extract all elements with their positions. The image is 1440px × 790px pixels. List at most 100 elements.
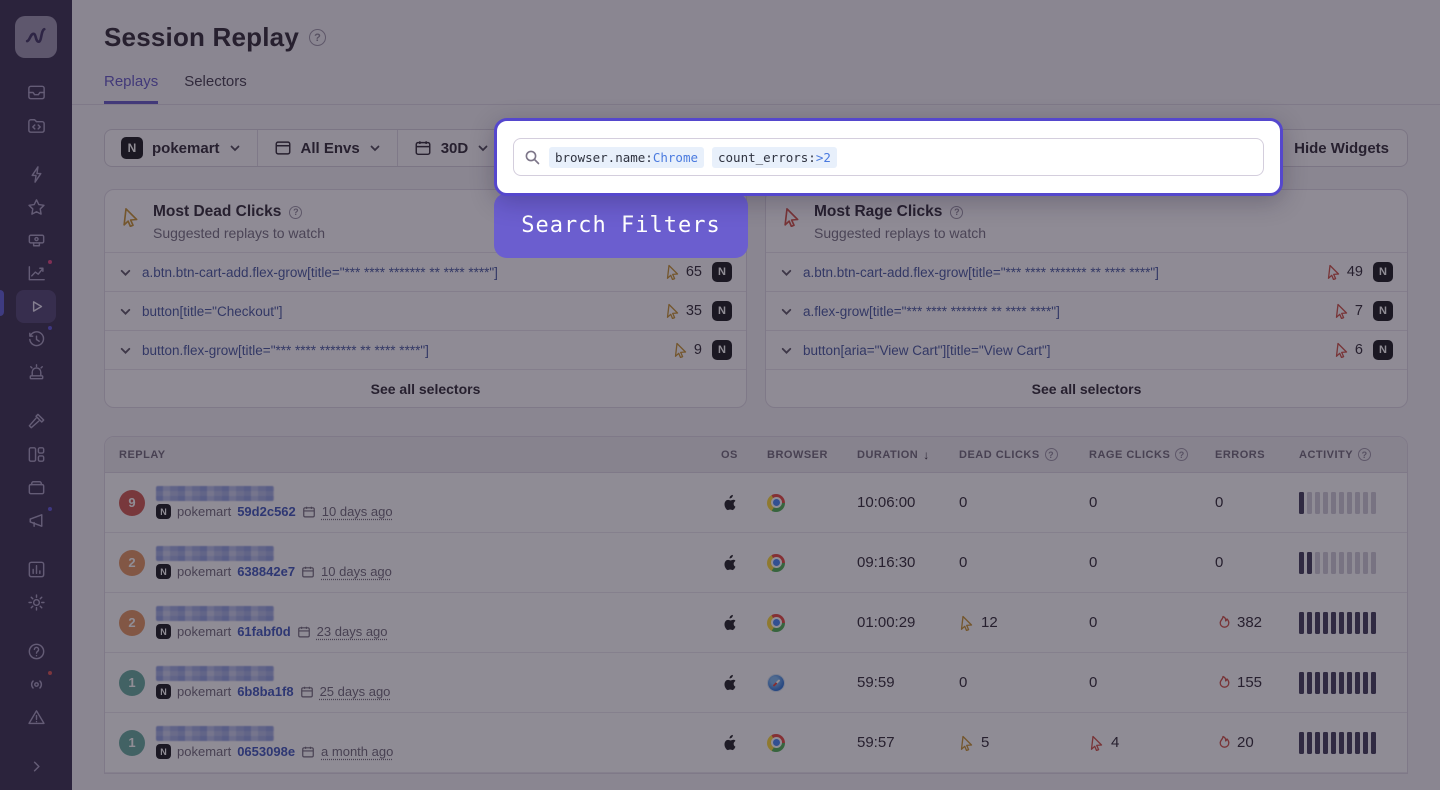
chevron-down-icon[interactable]: [780, 344, 793, 357]
chevron-down-icon[interactable]: [119, 344, 132, 357]
replay-age[interactable]: 10 days ago: [321, 564, 392, 579]
column-header-duration[interactable]: Duration↓: [857, 448, 955, 462]
selector-row[interactable]: button[aria="View Cart"][title="View Car…: [766, 330, 1407, 369]
selector-click-count: 49: [1326, 264, 1363, 280]
selector-link[interactable]: a.btn.btn-cart-add.flex-grow[title="*** …: [803, 265, 1316, 280]
see-all-selectors-link[interactable]: See all selectors: [766, 369, 1407, 407]
search-input[interactable]: browser.name:Chrome count_errors:>2: [513, 138, 1264, 176]
column-header-os[interactable]: OS: [721, 449, 763, 461]
search-filter-token[interactable]: browser.name:Chrome: [549, 147, 704, 168]
sidebar-item-help[interactable]: [16, 635, 56, 668]
selector-row[interactable]: a.btn.btn-cart-add.flex-grow[title="*** …: [766, 252, 1407, 291]
selector-click-count: 7: [1334, 303, 1363, 319]
app-logo[interactable]: [15, 16, 57, 58]
apple-os-icon: [721, 733, 738, 752]
project-selector[interactable]: N pokemart: [105, 130, 257, 166]
project-name: pokemart: [177, 624, 231, 639]
chevron-down-icon: [229, 142, 241, 154]
date-range-label: 30D: [441, 140, 469, 157]
blurred-user-name: [156, 546, 274, 561]
notification-dot: [46, 324, 54, 332]
selector-link[interactable]: button.flex-grow[title="*** **** *******…: [142, 343, 663, 358]
tab-replays[interactable]: Replays: [104, 73, 158, 104]
selector-link[interactable]: a.btn.btn-cart-add.flex-grow[title="*** …: [142, 265, 655, 280]
hide-widgets-button[interactable]: Hide Widgets: [1275, 129, 1408, 167]
sidebar-item-broadcast[interactable]: [16, 668, 56, 701]
sidebar-item-lightning[interactable]: [16, 158, 56, 191]
click-count: 12: [959, 614, 998, 631]
replay-id-link[interactable]: 0653098e: [237, 744, 295, 759]
column-header-browser[interactable]: Browser: [767, 449, 853, 461]
sidebar-item-siren[interactable]: [16, 356, 56, 389]
replay-id-link[interactable]: 6b8ba1f8: [237, 684, 293, 699]
chevron-down-icon[interactable]: [119, 305, 132, 318]
rage-click-cursor-icon: [782, 207, 802, 227]
sidebar-item-play[interactable]: [16, 290, 56, 323]
replay-age[interactable]: 23 days ago: [317, 624, 388, 639]
chevron-down-icon[interactable]: [780, 305, 793, 318]
replay-age[interactable]: 10 days ago: [322, 504, 393, 519]
environment-selector-label: All Envs: [301, 140, 360, 157]
selector-row[interactable]: button[title="Checkout"] 35 N: [105, 291, 746, 330]
selector-click-count: 35: [665, 303, 702, 319]
sidebar-item-gavel[interactable]: [16, 405, 56, 438]
replay-age[interactable]: a month ago: [321, 744, 393, 759]
date-range-selector[interactable]: 30D: [397, 130, 506, 166]
sidebar-item-line-chart[interactable]: [16, 257, 56, 290]
replay-table-row[interactable]: 2 N pokemart 638842e7 10 days ago 09:16:…: [105, 533, 1407, 593]
sidebar-item-projector[interactable]: [16, 224, 56, 257]
selector-link[interactable]: a.flex-grow[title="*** **** ******* ** *…: [803, 304, 1324, 319]
replay-id-link[interactable]: 59d2c562: [237, 504, 296, 519]
environment-selector[interactable]: All Envs: [257, 130, 397, 166]
chevron-down-icon[interactable]: [780, 266, 793, 279]
sidebar-item-star[interactable]: [16, 191, 56, 224]
sidebar-item-megaphone[interactable]: [16, 504, 56, 537]
rage-click-cursor-icon: [1334, 303, 1350, 319]
replay-age[interactable]: 25 days ago: [320, 684, 391, 699]
replay-id-link[interactable]: 638842e7: [237, 564, 295, 579]
tab-selectors[interactable]: Selectors: [184, 73, 247, 104]
help-icon[interactable]: ?: [1358, 448, 1371, 461]
help-icon[interactable]: ?: [289, 206, 302, 219]
sidebar-item-history[interactable]: [16, 323, 56, 356]
replay-table-row[interactable]: 2 N pokemart 61fabf0d 23 days ago 01:00:…: [105, 593, 1407, 653]
help-icon[interactable]: ?: [1045, 448, 1058, 461]
replay-id-link[interactable]: 61fabf0d: [237, 624, 290, 639]
replay-count-badge: 1: [119, 670, 145, 696]
see-all-selectors-link[interactable]: See all selectors: [105, 369, 746, 407]
duration-value: 59:57: [857, 734, 895, 751]
sidebar-item-collapse[interactable]: [16, 750, 56, 783]
most-rage-clicks-widget: Most Rage Clicks? Suggested replays to w…: [765, 189, 1408, 408]
click-count: 0: [959, 554, 967, 571]
chevron-down-icon[interactable]: [119, 266, 132, 279]
column-header-activity[interactable]: Activity?: [1299, 448, 1393, 461]
selector-link[interactable]: button[aria="View Cart"][title="View Car…: [803, 343, 1324, 358]
selector-row[interactable]: a.flex-grow[title="*** **** ******* ** *…: [766, 291, 1407, 330]
sidebar-item-archive[interactable]: [16, 471, 56, 504]
replay-table-row[interactable]: 1 N pokemart 6b8ba1f8 25 days ago 59:59 …: [105, 653, 1407, 713]
replay-table-row[interactable]: 1 N pokemart 0653098e a month ago 59:57 …: [105, 713, 1407, 773]
dead-click-cursor-icon: [959, 735, 975, 751]
window-icon: [274, 139, 292, 157]
sidebar-item-dashboard[interactable]: [16, 438, 56, 471]
sidebar-item-code-folder[interactable]: [16, 109, 56, 142]
help-icon[interactable]: ?: [950, 206, 963, 219]
sidebar-item-bar-chart[interactable]: [16, 553, 56, 586]
click-count: 0: [1089, 674, 1097, 691]
sidebar-item-warning[interactable]: [16, 701, 56, 734]
column-header-replay[interactable]: Replay: [119, 449, 717, 461]
column-header-dead-clicks[interactable]: Dead Clicks?: [959, 448, 1085, 461]
calendar-icon: [414, 139, 432, 157]
project-name: pokemart: [177, 684, 231, 699]
column-header-rage-clicks[interactable]: Rage Clicks?: [1089, 448, 1211, 461]
selector-row[interactable]: button.flex-grow[title="*** **** *******…: [105, 330, 746, 369]
column-header-errors[interactable]: Errors: [1215, 449, 1295, 461]
replay-table-row[interactable]: 9 N pokemart 59d2c562 10 days ago 10:06:…: [105, 473, 1407, 533]
page-help-icon[interactable]: ?: [309, 29, 326, 46]
error-count: 382: [1215, 614, 1262, 631]
help-icon[interactable]: ?: [1175, 448, 1188, 461]
sidebar-item-settings[interactable]: [16, 586, 56, 619]
selector-link[interactable]: button[title="Checkout"]: [142, 304, 655, 319]
search-filter-token[interactable]: count_errors:>2: [712, 147, 837, 168]
sidebar-item-inbox[interactable]: [16, 76, 56, 109]
